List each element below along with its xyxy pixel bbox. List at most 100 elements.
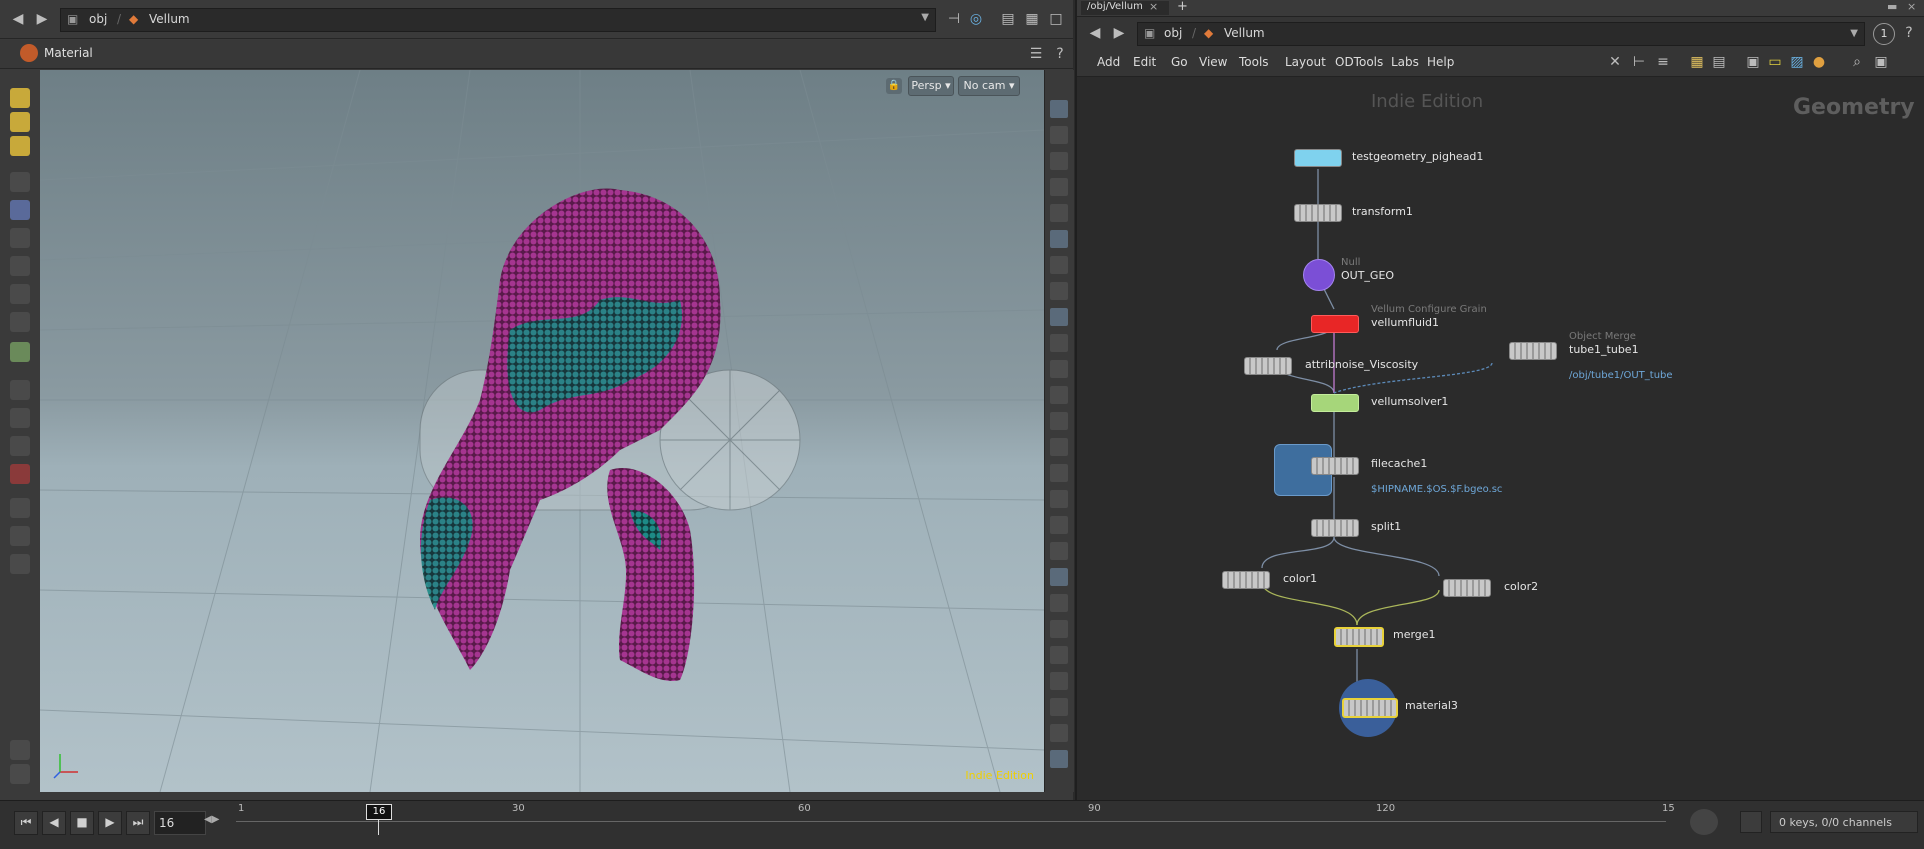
light-icon[interactable] bbox=[1050, 256, 1068, 274]
camera-tool-icon[interactable] bbox=[10, 498, 30, 518]
viewer-menu-icon[interactable]: ☰ bbox=[1026, 44, 1046, 64]
node-split[interactable] bbox=[1311, 519, 1359, 537]
jump-start-button[interactable]: ⏮ bbox=[14, 811, 38, 835]
box-icon[interactable] bbox=[1050, 516, 1068, 534]
tree-icon[interactable]: ⊢ bbox=[1629, 52, 1649, 72]
back-arrow-icon[interactable]: ◀ bbox=[1085, 23, 1105, 43]
brush-tool-icon[interactable] bbox=[10, 112, 30, 132]
timeline-track[interactable] bbox=[236, 821, 1666, 822]
snapshot-icon[interactable] bbox=[1050, 568, 1068, 586]
scene-path-bar[interactable]: ▣ obj / ◆ Vellum ▼ bbox=[60, 8, 936, 32]
prev-key-icon[interactable]: ◀▶ bbox=[204, 814, 219, 825]
lock-view-icon[interactable]: 🔒 bbox=[886, 78, 902, 94]
network-canvas[interactable]: Indie Edition Geometry testgeometry_pigh… bbox=[1077, 77, 1924, 800]
view-tool-icon[interactable] bbox=[10, 526, 30, 546]
path-root[interactable]: obj bbox=[1164, 26, 1182, 40]
render-region-icon[interactable] bbox=[1050, 724, 1068, 742]
network-box-icon[interactable]: ▣ bbox=[1743, 52, 1763, 72]
menu-help[interactable]: Help bbox=[1427, 55, 1454, 69]
paint-display-icon[interactable] bbox=[1050, 490, 1068, 508]
uv-icon[interactable] bbox=[1050, 620, 1068, 638]
headlight-icon[interactable] bbox=[1050, 282, 1068, 300]
pose-tool-icon[interactable] bbox=[10, 312, 30, 332]
node-color2[interactable] bbox=[1443, 579, 1491, 597]
jump-end-button[interactable]: ⏭ bbox=[126, 811, 150, 835]
sculpt-tool-icon[interactable] bbox=[10, 136, 30, 156]
snap-prim-icon[interactable] bbox=[10, 408, 30, 428]
normals-icon[interactable] bbox=[1050, 412, 1068, 430]
camera-menu-button[interactable]: No cam ▾ bbox=[958, 76, 1020, 96]
menu-odtools[interactable]: ODTools bbox=[1335, 55, 1383, 69]
keys-channels-status[interactable]: 0 keys, 0/0 channels bbox=[1770, 811, 1918, 833]
snap-point-icon[interactable] bbox=[10, 436, 30, 456]
node-path-filecache[interactable]: $HIPNAME.$OS.$F.bgeo.sc bbox=[1371, 484, 1502, 495]
palette-icon[interactable]: ● bbox=[1809, 52, 1829, 72]
node-color1[interactable] bbox=[1222, 571, 1270, 589]
chevron-down-icon[interactable]: ▼ bbox=[921, 12, 929, 23]
rotate-tool-icon[interactable] bbox=[10, 256, 30, 276]
path-current[interactable]: Vellum bbox=[1224, 26, 1265, 40]
step-back-button[interactable]: ◀ bbox=[42, 811, 66, 835]
node-vellumfluid[interactable] bbox=[1311, 315, 1359, 333]
pin-icon[interactable]: ⊣ bbox=[944, 9, 964, 29]
node-path-objmerge[interactable]: /obj/tube1/OUT_tube bbox=[1569, 370, 1673, 381]
node-objmerge[interactable] bbox=[1509, 342, 1557, 360]
wrench-icon[interactable]: ✕ bbox=[1605, 52, 1625, 72]
menu-layout[interactable]: Layout bbox=[1285, 55, 1326, 69]
points-icon[interactable] bbox=[1050, 386, 1068, 404]
forward-arrow-icon[interactable]: ▶ bbox=[32, 9, 52, 29]
play-button[interactable]: ▶ bbox=[98, 811, 122, 835]
bones-icon[interactable] bbox=[1050, 360, 1068, 378]
lock-icon[interactable] bbox=[10, 200, 30, 220]
numbers-icon[interactable] bbox=[1050, 464, 1068, 482]
flipbook-icon[interactable] bbox=[1050, 698, 1068, 716]
node-attribnoise[interactable] bbox=[1244, 357, 1292, 375]
display-option-icon[interactable] bbox=[1050, 100, 1068, 118]
lock-camera-icon[interactable] bbox=[1050, 152, 1068, 170]
display-icon[interactable]: ▣ bbox=[1871, 52, 1891, 72]
node-null[interactable] bbox=[1303, 259, 1335, 291]
chevron-down-icon[interactable]: ▼ bbox=[1850, 28, 1858, 39]
shading-icon[interactable] bbox=[1050, 204, 1068, 222]
geometry-tool-icon[interactable] bbox=[10, 764, 30, 784]
sticky-note-icon[interactable]: ▭ bbox=[1765, 52, 1785, 72]
persp-menu-button[interactable]: Persp ▾ bbox=[908, 76, 954, 96]
particles-icon[interactable] bbox=[1050, 334, 1068, 352]
menu-go[interactable]: Go bbox=[1171, 55, 1188, 69]
path-current[interactable]: Vellum bbox=[149, 12, 190, 26]
xray-icon[interactable] bbox=[1050, 178, 1068, 196]
path-root[interactable]: obj bbox=[89, 12, 107, 26]
menu-edit[interactable]: Edit bbox=[1133, 55, 1156, 69]
snap-grid-icon[interactable] bbox=[10, 380, 30, 400]
layout-icon[interactable]: ▤ bbox=[998, 9, 1018, 29]
search-icon[interactable]: ⌕ bbox=[1847, 52, 1867, 72]
help-icon[interactable]: ? bbox=[1899, 23, 1919, 43]
help-icon[interactable]: ? bbox=[1050, 44, 1070, 64]
close-tab-icon[interactable]: × bbox=[1149, 0, 1158, 13]
ghost-icon[interactable] bbox=[1050, 126, 1068, 144]
3d-viewport[interactable]: 🔒 Persp ▾ No cam ▾ Indie Edition bbox=[40, 70, 1044, 792]
frame-field[interactable]: 16 bbox=[154, 811, 206, 835]
wire-icon[interactable] bbox=[1050, 230, 1068, 248]
texture-icon[interactable] bbox=[1050, 646, 1068, 664]
back-arrow-icon[interactable]: ◀ bbox=[8, 9, 28, 29]
table-view-icon[interactable]: ▤ bbox=[1709, 52, 1729, 72]
channel-icon[interactable] bbox=[1740, 811, 1762, 833]
key-options-icon[interactable] bbox=[1690, 809, 1718, 835]
node-vellumsolver[interactable] bbox=[1311, 394, 1359, 412]
list-icon[interactable]: ≡ bbox=[1653, 52, 1673, 72]
bounds-icon[interactable] bbox=[1050, 542, 1068, 560]
node-material[interactable] bbox=[1342, 698, 1398, 718]
menu-add[interactable]: Add bbox=[1097, 55, 1120, 69]
menu-labs[interactable]: Labs bbox=[1391, 55, 1419, 69]
node-merge[interactable] bbox=[1334, 627, 1384, 647]
grid-view-icon[interactable]: ▦ bbox=[1687, 52, 1707, 72]
move-tool-icon[interactable] bbox=[10, 228, 30, 248]
paint-tool-icon[interactable] bbox=[10, 88, 30, 108]
magnet-icon[interactable] bbox=[10, 464, 30, 484]
close-pane-icon[interactable]: × bbox=[1907, 0, 1916, 13]
maximize-icon[interactable]: □ bbox=[1046, 9, 1066, 29]
pin-view-icon[interactable] bbox=[1050, 750, 1068, 768]
forward-arrow-icon[interactable]: ▶ bbox=[1109, 23, 1129, 43]
scale-tool-icon[interactable] bbox=[10, 284, 30, 304]
